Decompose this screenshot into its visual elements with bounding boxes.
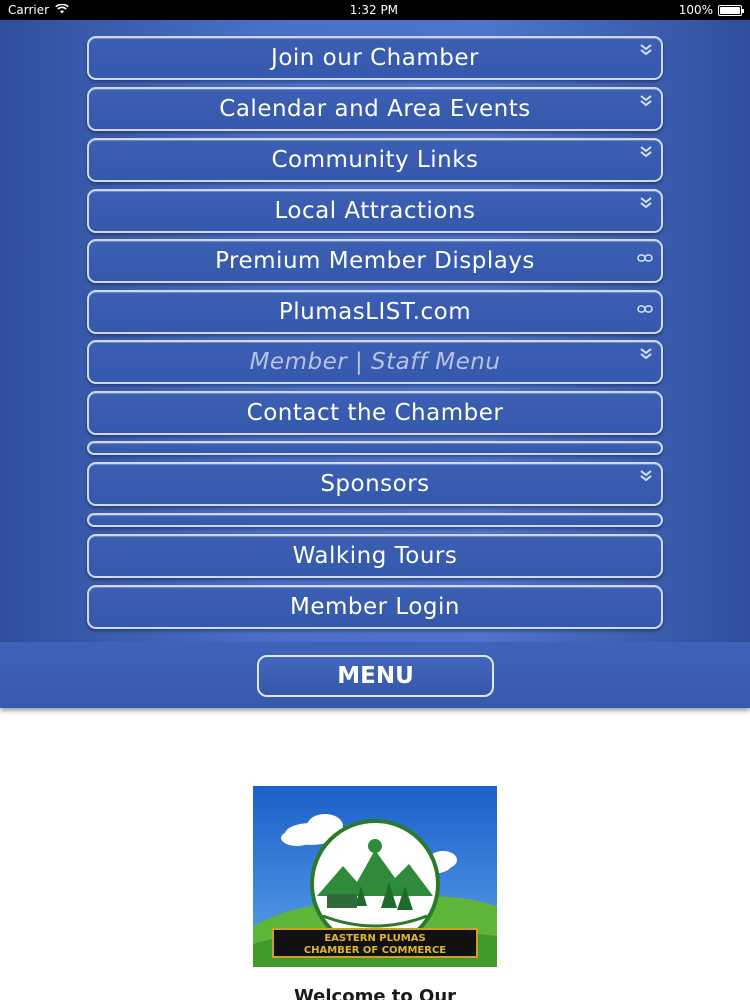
menu-item-empty[interactable] [87, 513, 663, 527]
menu-item-plumaslist[interactable]: PlumasLIST.com [87, 290, 663, 334]
menu-item-label: Member Login [290, 594, 460, 620]
menu-toggle-button[interactable]: MENU [257, 655, 494, 697]
menu-item-label: Sponsors [320, 471, 430, 497]
menu-item-member-login[interactable]: Member Login [87, 585, 663, 629]
carrier-label: Carrier [8, 3, 50, 17]
status-right: 100% [678, 3, 744, 17]
menu-item-label: Premium Member Displays [215, 248, 535, 274]
menu-item-sponsors[interactable]: Sponsors [87, 462, 663, 506]
battery-icon [718, 4, 744, 16]
menu-item-label: PlumasLIST.com [278, 299, 472, 325]
logo-line2: CHAMBER OF COMMERCE [304, 945, 446, 956]
menu-item-label: Join our Chamber [271, 45, 479, 71]
menu-item-community-links[interactable]: Community Links [87, 138, 663, 182]
menu-item-label: Walking Tours [292, 543, 458, 569]
chevron-double-down-icon [639, 95, 653, 110]
menu-item-label: Member | Staff Menu [249, 349, 501, 375]
menu-item-premium-member-displays[interactable]: Premium Member Displays [87, 239, 663, 283]
menu-item-walking-tours[interactable]: Walking Tours [87, 534, 663, 578]
menu-item-join-our-chamber[interactable]: Join our Chamber [87, 36, 663, 80]
menu-item-member-staff-menu[interactable]: Member | Staff Menu [87, 340, 663, 384]
menu-item-label: Contact the Chamber [246, 400, 504, 426]
menu-item-calendar-and-area-events[interactable]: Calendar and Area Events [87, 87, 663, 131]
welcome-heading: Welcome to Our [293, 986, 457, 1000]
status-time: 1:32 PM [349, 3, 399, 17]
battery-percent: 100% [678, 3, 713, 17]
wifi-icon [55, 3, 69, 17]
menu-panel: Join our Chamber Calendar and Area Event… [0, 20, 750, 642]
link-icon [637, 251, 653, 265]
menu-item-label: Calendar and Area Events [219, 96, 531, 122]
chevron-double-down-icon [639, 44, 653, 59]
menu-item-label: Local Attractions [274, 198, 476, 224]
status-left: Carrier [8, 3, 69, 17]
menu-item-label: Community Links [271, 147, 479, 173]
chevron-double-down-icon [639, 146, 653, 161]
chevron-double-down-icon [639, 197, 653, 212]
menu-item-local-attractions[interactable]: Local Attractions [87, 189, 663, 233]
chevron-double-down-icon [639, 348, 653, 363]
menu-item-empty[interactable] [87, 441, 663, 455]
menu-item-contact-the-chamber[interactable]: Contact the Chamber [87, 391, 663, 435]
battery-fill [720, 6, 740, 14]
logo-line1: EASTERN PLUMAS [324, 933, 425, 944]
link-icon [637, 302, 653, 316]
chamber-logo: EASTERN PLUMAS CHAMBER OF COMMERCE [253, 786, 497, 967]
chevron-double-down-icon [639, 470, 653, 485]
status-bar: Carrier 1:32 PM 100% [0, 0, 750, 20]
menu-bar: MENU [0, 642, 750, 708]
